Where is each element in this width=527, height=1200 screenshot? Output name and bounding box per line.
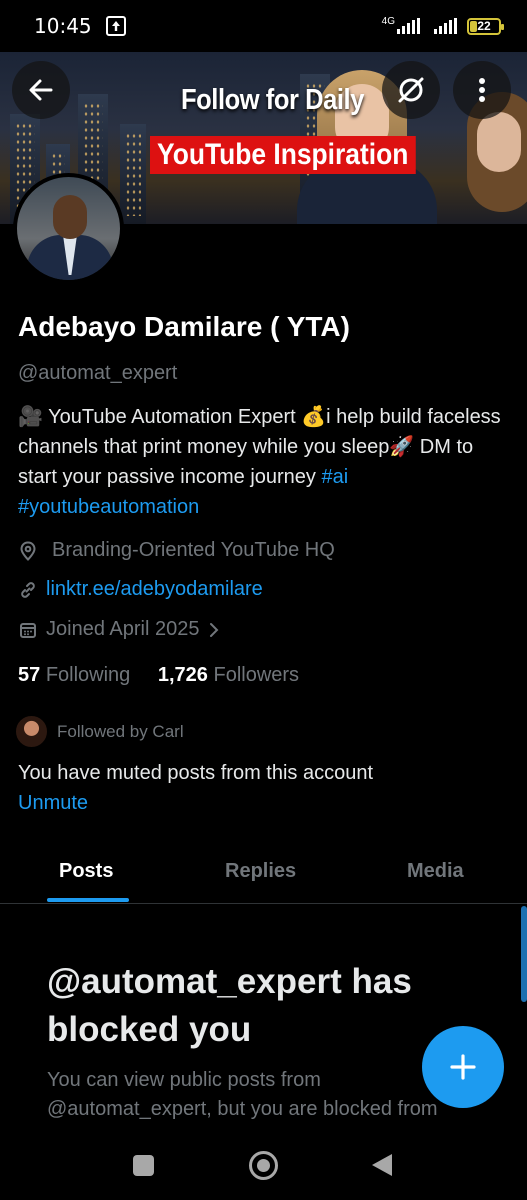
- compose-button[interactable]: [422, 1026, 504, 1108]
- grok-icon: [398, 77, 424, 103]
- followed-by-row[interactable]: Followed by Carl: [14, 714, 184, 749]
- link-icon: [18, 580, 38, 600]
- more-vertical-icon: [479, 78, 485, 102]
- joined-text: Joined April 2025: [46, 618, 200, 640]
- followers-link[interactable]: 1,726 Followers: [158, 664, 299, 686]
- profile-handle: @automat_expert: [18, 362, 178, 384]
- profile-name: Adebayo Damilare ( YTA): [18, 311, 350, 342]
- network-label: 4G: [381, 16, 395, 27]
- battery-level: 22: [477, 19, 491, 33]
- home-button[interactable]: [249, 1151, 278, 1180]
- followers-label: Followers: [213, 664, 300, 686]
- active-tab-indicator: [47, 898, 129, 902]
- website-row: linktr.ee/adebyodamilare: [18, 578, 263, 601]
- status-indicators: 4G 22: [381, 16, 504, 35]
- location-pin-icon: [18, 540, 38, 561]
- banner-subtitle: YouTube Inspiration: [150, 136, 416, 174]
- tab-replies[interactable]: Replies: [225, 860, 296, 883]
- hashtag-link[interactable]: #ai: [321, 466, 348, 488]
- status-time: 10:45: [34, 14, 92, 38]
- more-options-button[interactable]: [453, 61, 511, 119]
- website-link[interactable]: linktr.ee/adebyodamilare: [46, 578, 263, 601]
- muted-notice: You have muted posts from this account: [18, 762, 374, 784]
- followers-count: 1,726: [157, 664, 208, 686]
- joined-row[interactable]: Joined April 2025: [18, 618, 219, 641]
- blocked-description: You can view public posts from @automat_…: [47, 1069, 438, 1128]
- tab-media[interactable]: Media: [407, 860, 464, 883]
- plus-icon: [450, 1054, 476, 1080]
- unmute-button[interactable]: Unmute: [18, 792, 88, 815]
- grok-button[interactable]: [382, 61, 440, 119]
- following-label: Following: [45, 664, 131, 686]
- following-link[interactable]: 57 Following: [18, 664, 130, 686]
- recent-apps-button[interactable]: [133, 1155, 154, 1176]
- follow-counts: 57 Following 1,726 Followers: [18, 664, 299, 687]
- back-arrow-icon: [29, 79, 53, 101]
- status-bar: 10:45 4G 22: [0, 0, 527, 52]
- profile-bio: 🎥 YouTube Automation Expert 💰i help buil…: [18, 402, 513, 522]
- banner-title: Follow for Daily: [181, 84, 364, 116]
- bio-text: 🎥 YouTube Automation Expert 💰i help buil…: [18, 406, 501, 488]
- calendar-icon: [18, 620, 38, 640]
- battery-fill: [470, 20, 477, 32]
- back-button[interactable]: [12, 61, 70, 119]
- profile-tabs: Posts Replies Media: [0, 842, 527, 904]
- location-text: Branding-Oriented YouTube HQ: [52, 539, 335, 561]
- signal-icon: [397, 18, 420, 34]
- profile-avatar[interactable]: [13, 173, 124, 284]
- location-row: Branding-Oriented YouTube HQ: [18, 539, 335, 562]
- following-count: 57: [18, 664, 41, 686]
- followed-by-text: Followed by Carl: [57, 721, 184, 741]
- tab-posts[interactable]: Posts: [59, 860, 113, 883]
- chevron-right-icon: [209, 622, 219, 638]
- signal-icon-2: [434, 18, 457, 34]
- upload-icon: [105, 16, 126, 36]
- blocked-title: @automat_expert has blocked you: [47, 962, 412, 1049]
- banner-building: [120, 124, 146, 224]
- scrollbar[interactable]: [521, 906, 527, 1002]
- system-nav-bar: [0, 1132, 527, 1200]
- back-nav-button[interactable]: [372, 1154, 392, 1176]
- hashtag-link[interactable]: #youtubeautomation: [18, 496, 199, 518]
- battery-icon: 22: [467, 17, 504, 35]
- follower-avatar: [14, 714, 49, 749]
